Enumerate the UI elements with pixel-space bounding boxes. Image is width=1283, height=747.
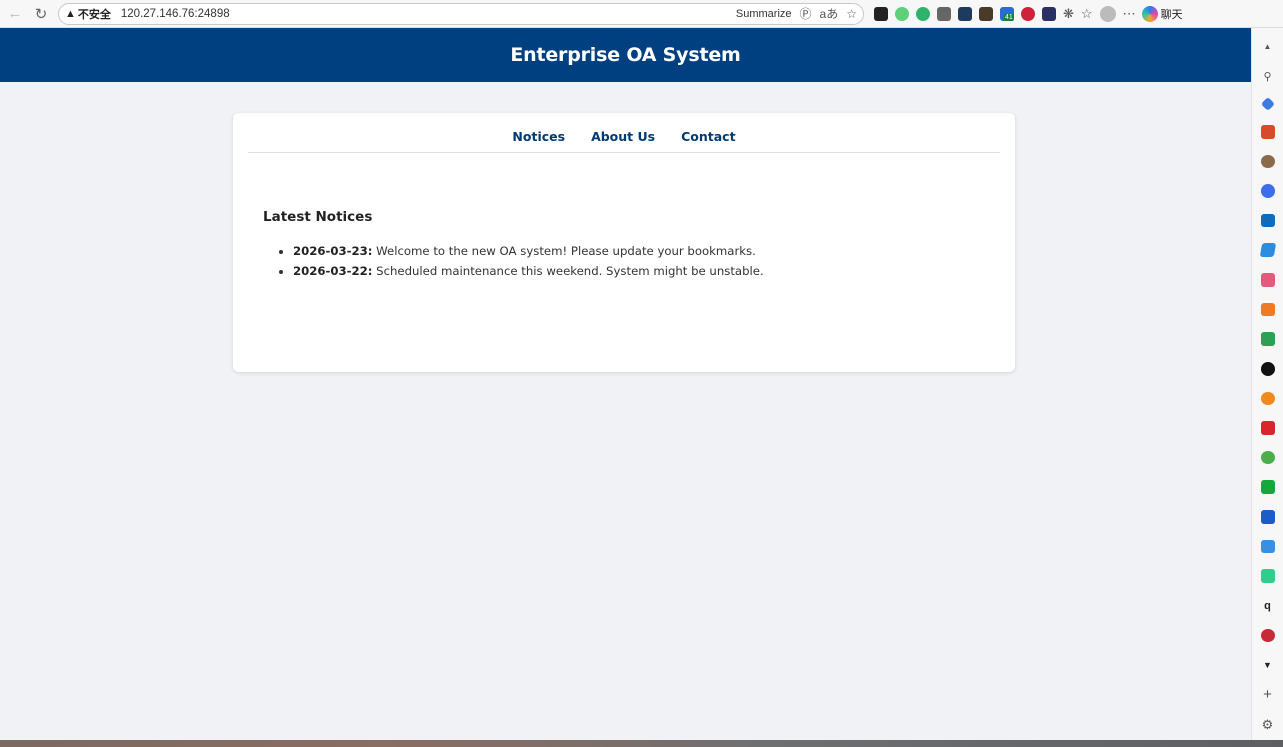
summarize-button[interactable]: Summarize xyxy=(736,8,792,20)
extension-green-icon[interactable] xyxy=(916,6,930,21)
security-label: 不安全 xyxy=(77,8,111,21)
taskbar-strip xyxy=(0,740,1283,747)
orange-c-icon[interactable] xyxy=(1260,302,1275,317)
dropdown-arrow-icon[interactable]: ▼ xyxy=(1261,658,1275,672)
page-viewport: Enterprise OA System Notices About Us Co… xyxy=(0,28,1251,740)
site-title: Enterprise OA System xyxy=(510,44,741,66)
settings-gear-icon[interactable]: ⚙ xyxy=(1261,717,1275,732)
notice-date: 2026-03-22: xyxy=(293,264,373,278)
nav-about-link[interactable]: About Us xyxy=(591,129,655,152)
extension-dark-icon[interactable] xyxy=(958,6,972,21)
notice-text: Scheduled maintenance this weekend. Syst… xyxy=(372,264,764,278)
copilot-icon xyxy=(1141,5,1158,22)
search-icon[interactable]: ⚲ xyxy=(1261,70,1275,84)
warning-triangle-icon: ▲ xyxy=(65,7,76,20)
browser-sidebar: ▲ ⚲ q ▼ + ⚙ xyxy=(1251,28,1283,740)
send-icon[interactable] xyxy=(1259,243,1276,258)
q-icon[interactable]: q xyxy=(1261,599,1275,613)
chat-bubble-icon[interactable] xyxy=(1260,450,1275,465)
notice-date: 2026-03-23: xyxy=(293,244,373,258)
read-aloud-button[interactable]: aあ xyxy=(820,5,839,22)
pdf-icon[interactable] xyxy=(1260,273,1275,287)
chat-button[interactable]: 聊天 xyxy=(1141,5,1183,22)
c-icon[interactable] xyxy=(1260,569,1275,583)
profile-avatar[interactable] xyxy=(1099,5,1116,22)
extension-navy-icon[interactable] xyxy=(1042,6,1056,21)
green-bars-icon[interactable] xyxy=(1260,332,1275,346)
add-icon[interactable]: + xyxy=(1261,686,1275,703)
y-icon[interactable] xyxy=(1260,480,1275,495)
mail-icon[interactable] xyxy=(1260,539,1275,554)
more-menu-icon[interactable]: ⋯ xyxy=(1123,6,1136,22)
extension-z-icon[interactable] xyxy=(937,6,951,21)
address-bar[interactable]: ▲ 不安全 120.27.146.76:24898 Summarize Ⓟ aあ… xyxy=(58,2,864,25)
content-card: Notices About Us Contact Latest Notices … xyxy=(233,113,1015,372)
favorite-star-icon[interactable]: ☆ xyxy=(846,7,857,21)
nav-notices-link[interactable]: Notices xyxy=(512,129,565,152)
url-text[interactable]: 120.27.146.76:24898 xyxy=(121,8,230,20)
extensions-puzzle-icon[interactable]: ❋ xyxy=(1063,6,1074,22)
refresh-icon[interactable]: ↻ xyxy=(30,3,52,25)
toolbox-icon[interactable] xyxy=(1260,124,1275,139)
chess-icon[interactable] xyxy=(1260,154,1275,169)
notices-heading: Latest Notices xyxy=(263,209,373,225)
copilot-sidebar-icon[interactable] xyxy=(1260,184,1275,198)
chat-label: 聊天 xyxy=(1160,8,1183,21)
translate-icon[interactable]: Ⓟ xyxy=(800,5,812,22)
notice-text: Welcome to the new OA system! Please upd… xyxy=(372,244,756,258)
main-nav: Notices About Us Contact xyxy=(248,113,1000,153)
orange-circle-icon[interactable] xyxy=(1260,391,1275,406)
extension-brown-icon[interactable] xyxy=(979,6,993,21)
scroll-up-icon[interactable]: ▲ xyxy=(1261,40,1275,54)
red-grid-icon[interactable] xyxy=(1260,421,1275,435)
outlook-icon[interactable] xyxy=(1260,213,1275,228)
extension-translate-icon[interactable]: 41 xyxy=(1000,6,1014,21)
nav-contact-link[interactable]: Contact xyxy=(681,129,735,152)
site-header: Enterprise OA System xyxy=(0,28,1251,82)
back-arrow-icon[interactable]: ← xyxy=(4,3,26,25)
browser-toolbar: ← ↻ ▲ 不安全 120.27.146.76:24898 Summarize … xyxy=(0,0,1283,28)
security-warning[interactable]: ▲ 不安全 xyxy=(65,6,111,22)
rocket-icon[interactable] xyxy=(1260,628,1275,643)
notices-list: 2026-03-23: Welcome to the new OA system… xyxy=(263,244,985,279)
extension-badge: 41 xyxy=(1004,13,1014,21)
notice-item: 2026-03-23: Welcome to the new OA system… xyxy=(293,244,985,259)
notice-item: 2026-03-22: Scheduled maintenance this w… xyxy=(293,264,985,279)
favorites-icon[interactable]: ☆ xyxy=(1081,6,1093,22)
extension-ghost-icon[interactable] xyxy=(874,6,888,21)
yellow-blue-icon[interactable] xyxy=(1260,510,1275,524)
notices-section: Latest Notices 2026-03-23: Welcome to th… xyxy=(233,153,1015,279)
shield-icon[interactable] xyxy=(1260,361,1275,376)
extension-red-icon[interactable] xyxy=(1021,6,1035,21)
extensions-bar: 41 ❋ ☆ ⋯ xyxy=(874,5,1136,22)
extension-circle-icon[interactable] xyxy=(895,6,909,21)
tag-icon[interactable] xyxy=(1260,97,1275,112)
